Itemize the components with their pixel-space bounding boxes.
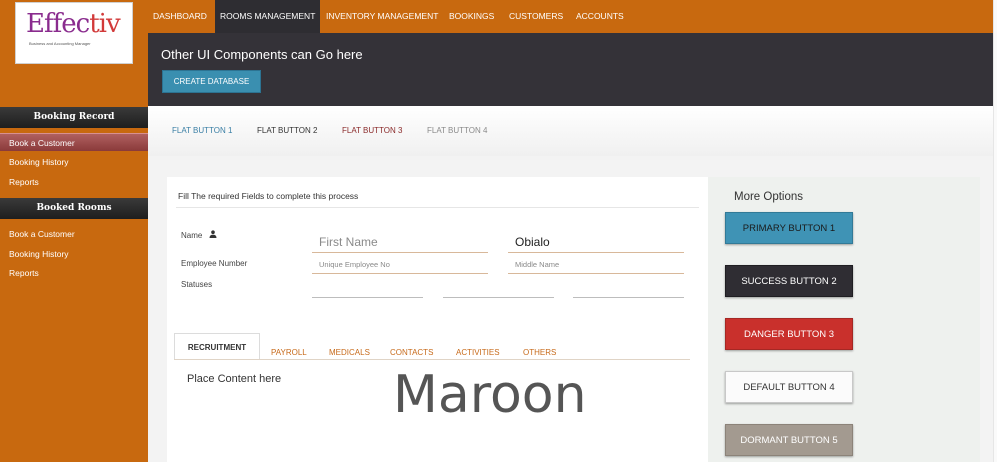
first-name-field[interactable]: First Name (312, 230, 488, 253)
logo-tagline: Business and Accounting Manager (29, 41, 91, 46)
form-card: Fill The required Fields to complete thi… (167, 177, 708, 462)
maroon-label: Maroon (393, 365, 587, 425)
sidebar-item-book-a-customer-2[interactable]: Book a Customer (0, 225, 148, 243)
nav-rooms-management[interactable]: ROOMS MANAGEMENT (215, 0, 321, 33)
logo[interactable]: Effectiv Business and Accounting Manager (15, 2, 133, 64)
statuses-label: Statuses (181, 280, 213, 289)
top-nav: DASHBOARD ROOMS MANAGEMENT INVENTORY MAN… (148, 0, 997, 33)
page-header: Other UI Components can Go here CREATE D… (148, 33, 993, 106)
tab-others[interactable]: OTHERS (523, 340, 556, 365)
tab-contacts[interactable]: CONTACTS (390, 340, 433, 365)
nav-inventory-management[interactable]: INVENTORY MANAGEMENT (321, 0, 443, 33)
middle-name-field[interactable]: Middle Name (508, 255, 684, 274)
flat-button-1[interactable]: FLAT BUTTON 1 (172, 126, 232, 135)
logo-wordmark: Effectiv (26, 9, 121, 39)
sidebar-header-booking-record: Booking Record (0, 107, 148, 128)
employee-number-field[interactable]: Unique Employee No (312, 255, 488, 274)
nav-customers[interactable]: CUSTOMERS (504, 0, 568, 33)
status-field-3[interactable] (573, 297, 684, 298)
person-icon (209, 230, 217, 238)
default-button[interactable]: DEFAULT BUTTON 4 (725, 371, 853, 403)
flat-button-2[interactable]: FLAT BUTTON 2 (257, 126, 317, 135)
status-field-1[interactable] (312, 297, 423, 298)
tab-content-placeholder: Place Content here (187, 373, 282, 385)
sidebar: Effectiv Business and Accounting Manager… (0, 0, 148, 462)
danger-button[interactable]: DANGER BUTTON 3 (725, 318, 853, 350)
flat-button-row: FLAT BUTTON 1 FLAT BUTTON 2 FLAT BUTTON … (148, 106, 993, 156)
sidebar-header-booked-rooms: Booked Rooms (0, 198, 148, 219)
name-label: Name (181, 231, 203, 240)
tab-divider (174, 359, 690, 360)
status-field-2[interactable] (443, 297, 554, 298)
tab-activities[interactable]: ACTIVITIES (456, 340, 500, 365)
nav-bookings[interactable]: BOOKINGS (444, 0, 499, 33)
flat-button-4[interactable]: FLAT BUTTON 4 (427, 126, 487, 135)
first-name-placeholder: First Name (319, 235, 378, 249)
more-options-title: More Options (734, 191, 804, 203)
sidebar-item-reports[interactable]: Reports (0, 173, 148, 191)
tab-payroll[interactable]: PAYROLL (271, 340, 307, 365)
sidebar-item-reports-2[interactable]: Reports (0, 264, 148, 282)
flat-button-3[interactable]: FLAT BUTTON 3 (342, 126, 402, 135)
form-title: Fill The required Fields to complete thi… (178, 191, 359, 201)
last-name-field[interactable]: Obialo (508, 230, 684, 253)
dormant-button[interactable]: DORMANT BUTTON 5 (725, 424, 853, 456)
tab-recruitment[interactable]: RECRUITMENT (174, 333, 260, 360)
nav-dashboard[interactable]: DASHBOARD (148, 0, 212, 33)
employee-number-placeholder: Unique Employee No (319, 260, 390, 269)
sidebar-item-booking-history-2[interactable]: Booking History (0, 245, 148, 263)
primary-button[interactable]: PRIMARY BUTTON 1 (725, 212, 853, 244)
success-button[interactable]: SUCCESS BUTTON 2 (725, 265, 853, 297)
page-title: Other UI Components can Go here (161, 47, 363, 62)
sidebar-item-booking-history[interactable]: Booking History (0, 153, 148, 171)
last-name-value: Obialo (515, 235, 550, 249)
sidebar-item-book-a-customer[interactable]: Book a Customer (0, 133, 148, 151)
scrollbar[interactable] (993, 0, 997, 462)
nav-accounts[interactable]: ACCOUNTS (571, 0, 629, 33)
middle-name-placeholder: Middle Name (515, 260, 560, 269)
create-database-button[interactable]: CREATE DATABASE (162, 70, 261, 93)
tab-medicals[interactable]: MEDICALS (329, 340, 370, 365)
more-options-panel: More Options PRIMARY BUTTON 1 SUCCESS BU… (708, 177, 980, 462)
divider (176, 207, 699, 208)
employee-number-label: Employee Number (181, 259, 248, 268)
